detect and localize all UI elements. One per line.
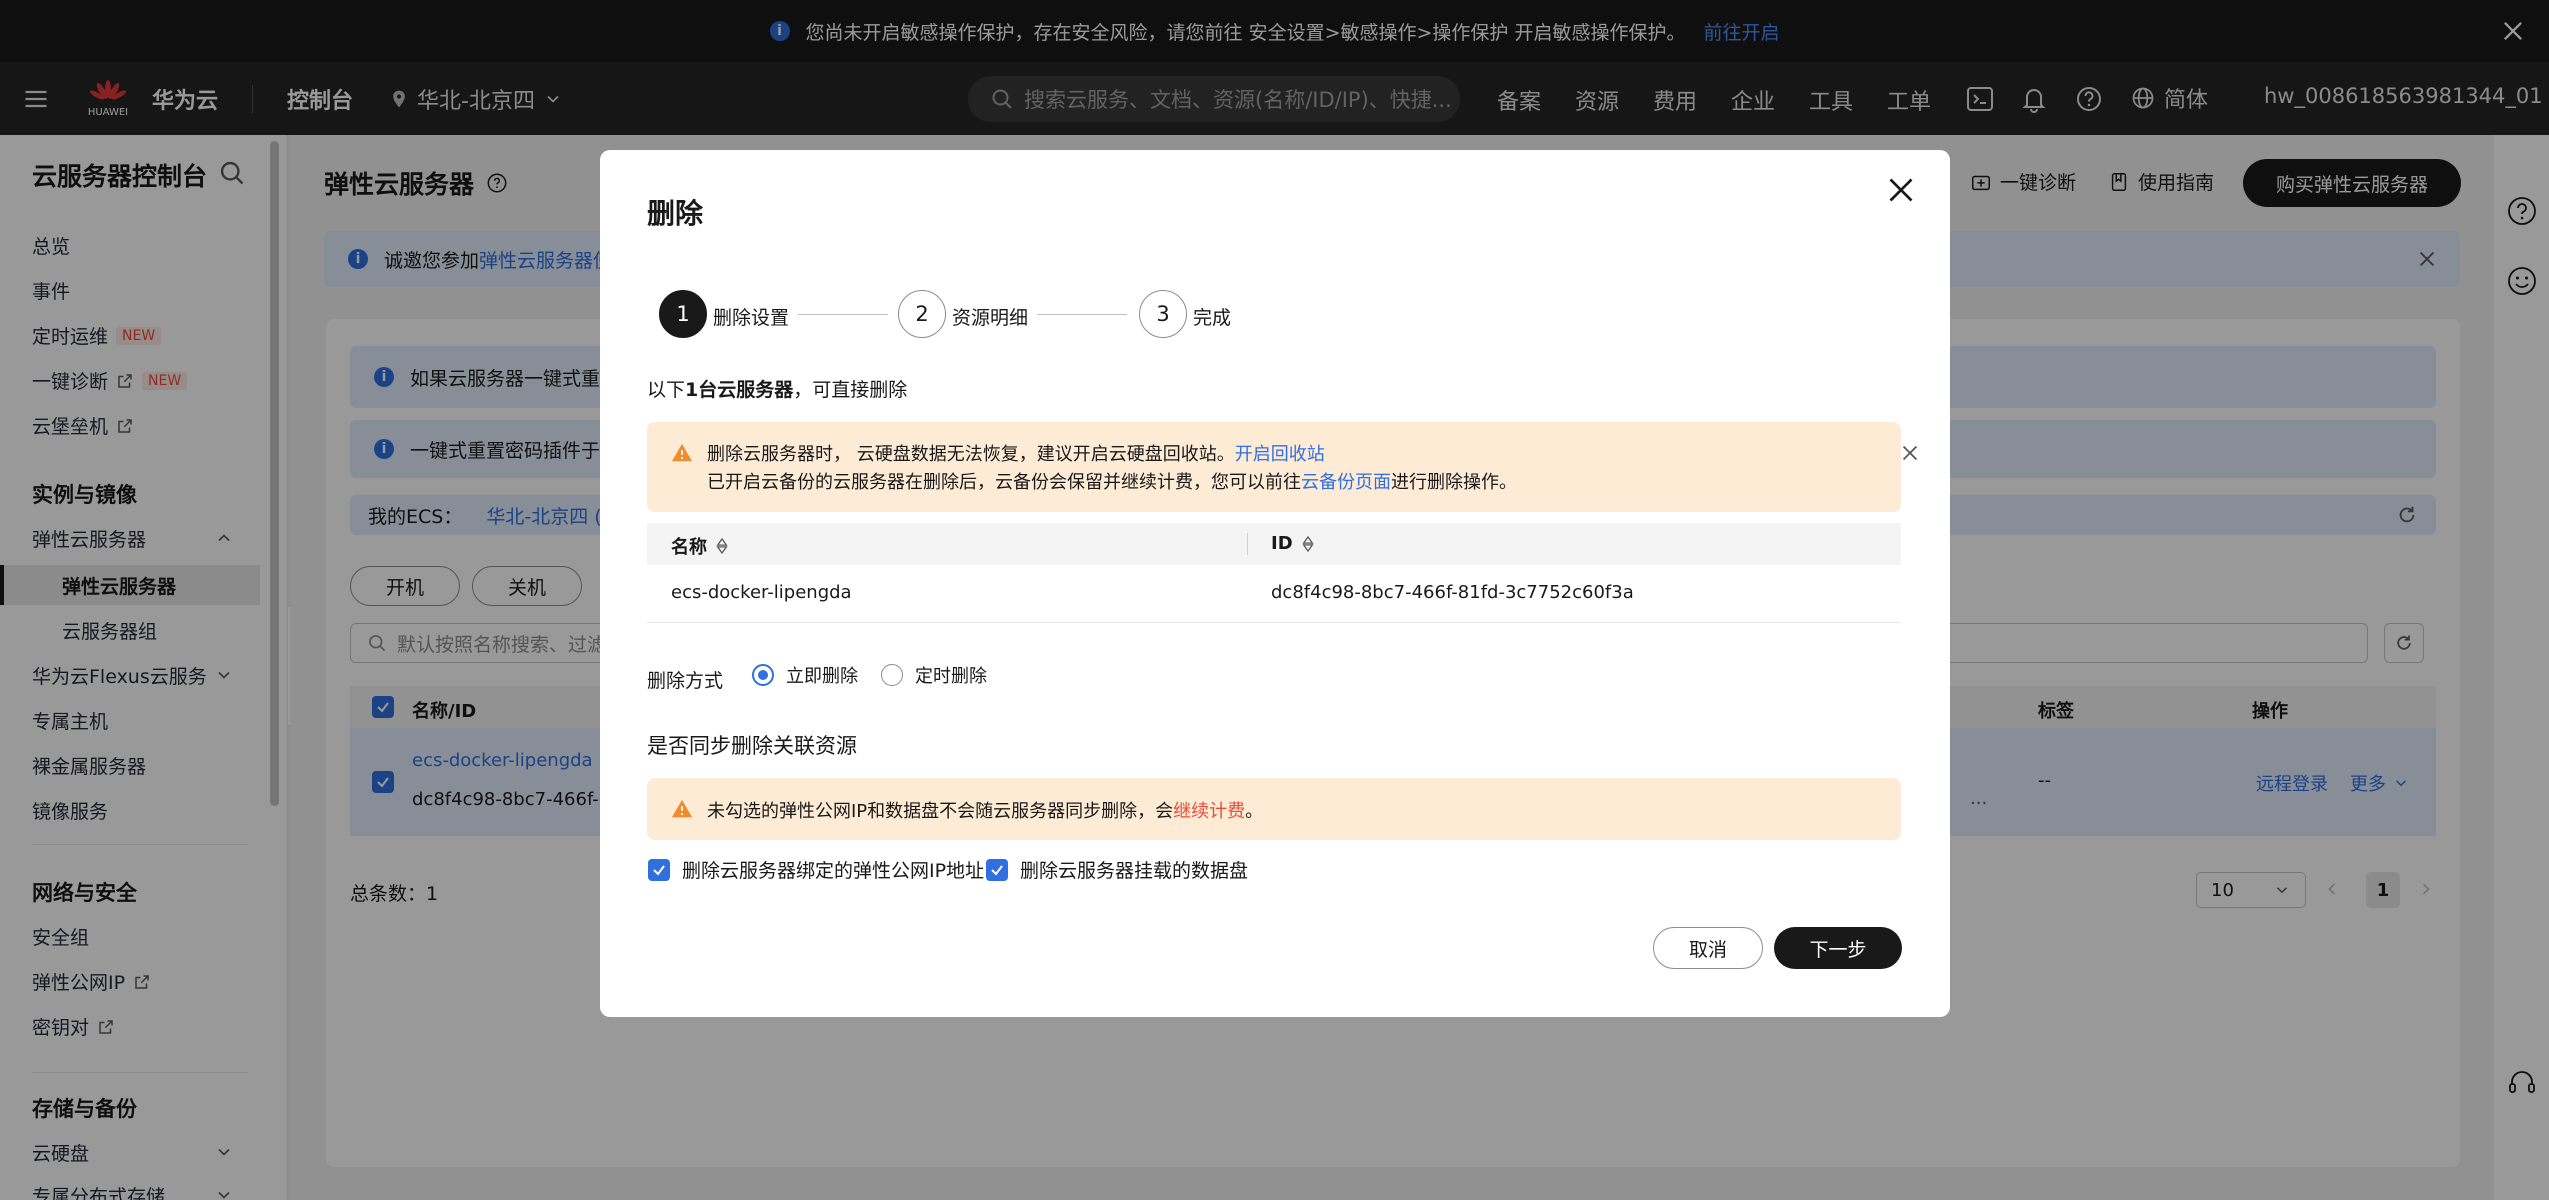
checkbox-checked[interactable]	[986, 858, 1008, 881]
delete-data-disk-checkbox[interactable]: 删除云服务器挂载的数据盘	[986, 856, 1248, 883]
step-connector	[798, 314, 888, 315]
related-resources-title: 是否同步删除关联资源	[647, 734, 857, 758]
close-icon[interactable]	[1899, 442, 1921, 464]
delete-intro: 以下1台云服务器，可直接删除	[647, 375, 907, 402]
step-3-indicator: 3	[1139, 290, 1187, 338]
delete-method-label: 删除方式	[647, 670, 724, 692]
column-name[interactable]: 名称	[671, 533, 729, 559]
alert-line-2: 已开启云备份的云服务器在删除后，云备份会保留并继续计费，您可以前往云备份页面进行…	[707, 468, 1517, 494]
table-row: ecs-docker-lipengda dc8f4c98-8bc7-466f-8…	[647, 565, 1901, 623]
server-id: dc8f4c98-8bc7-466f-81fd-3c7752c60f3a	[1271, 582, 1634, 603]
column-id-label: ID	[1271, 533, 1293, 554]
step-1-label: 删除设置	[713, 307, 790, 329]
option-label: 立即删除	[786, 666, 858, 687]
delete-eip-checkbox[interactable]: 删除云服务器绑定的弹性公网IP地址	[648, 856, 984, 883]
checkbox-label: 删除云服务器绑定的弹性公网IP地址	[682, 860, 985, 882]
step-3-label: 完成	[1193, 307, 1232, 329]
backup-page-link[interactable]: 云备份页面	[1301, 472, 1391, 493]
column-name-label: 名称	[671, 537, 707, 558]
data-loss-alert: 删除云服务器时， 云硬盘数据无法恢复，建议开启云硬盘回收站。开启回收站 已开启云…	[647, 422, 1918, 512]
alert-line-1: 删除云服务器时， 云硬盘数据无法恢复，建议开启云硬盘回收站。开启回收站	[707, 440, 1325, 466]
alert-text: 进行删除操作。	[1391, 472, 1517, 493]
step-2-label: 资源明细	[952, 307, 1029, 329]
option-label: 定时删除	[915, 666, 987, 687]
billing-alert-text: 未勾选的弹性公网IP和数据盘不会随云服务器同步删除，会继续计费。	[707, 797, 1263, 823]
close-icon[interactable]	[1883, 172, 1919, 208]
warning-icon	[671, 798, 693, 820]
enable-recycle-bin-link[interactable]: 开启回收站	[1235, 444, 1325, 465]
delete-dialog: 删除 1 删除设置 2 资源明细 3 完成 以下1台云服务器，可直接删除 删除云…	[600, 150, 1950, 1017]
cancel-button[interactable]: 取消	[1653, 927, 1763, 969]
alert-text: 已开启云备份的云服务器在删除后，云备份会保留并继续计费，您可以前往	[707, 472, 1301, 493]
intro-count: 1台云服务器	[685, 379, 794, 401]
continue-billing-text: 继续计费	[1173, 801, 1246, 822]
checkbox-label: 删除云服务器挂载的数据盘	[1020, 860, 1249, 882]
intro-suffix: ，可直接删除	[793, 379, 908, 401]
step-2-indicator: 2	[898, 290, 946, 338]
intro-prefix: 以下	[647, 379, 686, 401]
dialog-title: 删除	[647, 197, 704, 230]
column-id[interactable]: ID	[1271, 533, 1315, 554]
scheduled-delete-option[interactable]: 定时删除	[881, 662, 987, 688]
billing-alert: 未勾选的弹性公网IP和数据盘不会随云服务器同步删除，会继续计费。	[647, 778, 1901, 840]
sort-icon	[716, 537, 728, 555]
radio-unselected[interactable]	[881, 664, 903, 686]
server-name: ecs-docker-lipengda	[671, 582, 852, 603]
next-step-button[interactable]: 下一步	[1774, 927, 1902, 969]
alert-text: 。	[1245, 801, 1264, 822]
warning-icon	[671, 442, 693, 464]
alert-text: 删除云服务器时， 云硬盘数据无法恢复，建议开启云硬盘回收站。	[707, 444, 1235, 465]
checkbox-checked[interactable]	[648, 858, 670, 881]
step-connector	[1037, 314, 1127, 315]
server-table-header: 名称 ID	[647, 523, 1901, 565]
alert-text: 未勾选的弹性公网IP和数据盘不会随云服务器同步删除，会	[707, 801, 1174, 822]
step-1-indicator: 1	[659, 290, 707, 338]
sort-icon	[1301, 535, 1314, 552]
radio-selected[interactable]	[752, 664, 774, 686]
column-divider	[1247, 533, 1248, 555]
immediate-delete-option[interactable]: 立即删除	[752, 662, 858, 688]
